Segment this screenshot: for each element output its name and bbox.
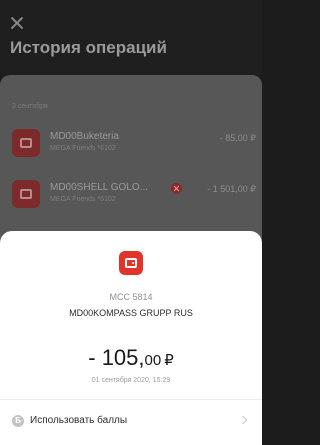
list-item[interactable]: MD00SHELL GOLO... MEGA Friends *6102 - 1… [0, 178, 262, 212]
use-points-label: Использовать баллы [30, 415, 128, 426]
operations-list: 3 сентября MD00Buketeria MEGA Friends *6… [0, 75, 262, 245]
transaction-detail-sheet: MCC 5814 MD00KOMPASS GRUPP RUS - 105,00 ₽… [0, 231, 262, 445]
transaction-amount: - 105,00 ₽ [0, 345, 262, 371]
header: История операций [0, 0, 262, 75]
page-title: История операций [10, 38, 167, 57]
card-label: MEGA Friends *6102 [50, 196, 116, 203]
mcc-code: MCC 5814 [109, 292, 153, 302]
points-icon: Б [12, 415, 24, 427]
use-points-button[interactable]: Б Использовать баллы [0, 400, 262, 445]
amount: - 85,00 ₽ [219, 133, 256, 143]
amount-integer: - 105, [88, 345, 145, 370]
merchant-name: MD00Buketeria [50, 131, 119, 142]
currency-symbol: ₽ [164, 352, 174, 369]
merchant-name: MD00SHELL GOLO... [50, 182, 148, 193]
transaction-datetime: 01 сентября 2020, 15:29 [91, 377, 171, 384]
list-item[interactable]: MD00Buketeria MEGA Friends *6102 - 85,00… [0, 127, 262, 161]
wallet-icon [12, 129, 40, 157]
amount-decimal: 00 [144, 352, 162, 369]
close-icon[interactable] [10, 16, 24, 30]
wallet-icon [119, 251, 143, 275]
amount: - 1 501,00 ₽ [207, 184, 256, 194]
card-label: MEGA Friends *6102 [50, 145, 116, 152]
merchant-name: MD00KOMPASS GRUPP RUS [69, 308, 193, 318]
wallet-icon [12, 180, 40, 208]
error-icon [171, 183, 182, 194]
chevron-right-icon [238, 415, 248, 425]
date-label: 3 сентября [12, 103, 48, 110]
